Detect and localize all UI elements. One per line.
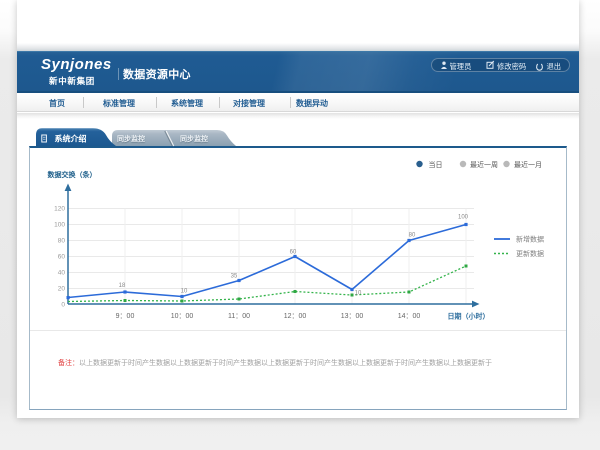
svg-text:120: 120 (54, 206, 65, 213)
svg-text:40: 40 (58, 270, 66, 277)
svg-text:最近一周: 最近一周 (470, 160, 498, 169)
svg-text:最近一月: 最近一月 (514, 160, 542, 169)
svg-text:退出: 退出 (547, 62, 562, 71)
svg-text:数据交换（条）: 数据交换（条） (48, 170, 97, 179)
svg-text:10: 10 (355, 291, 362, 297)
svg-text:14：00: 14：00 (398, 313, 421, 320)
svg-text:60: 60 (58, 254, 66, 261)
svg-text:35: 35 (231, 274, 238, 280)
svg-text:日期（小时）: 日期（小时） (448, 312, 490, 321)
svg-text:更新数据: 更新数据 (516, 249, 544, 258)
svg-text:修改密码: 修改密码 (497, 62, 526, 71)
svg-text:管理员: 管理员 (450, 62, 472, 71)
svg-text:系统介绍: 系统介绍 (55, 134, 87, 144)
svg-text:同步监控: 同步监控 (180, 134, 208, 143)
svg-text:12：00: 12：00 (284, 313, 307, 320)
svg-text:10：00: 10：00 (171, 313, 194, 320)
svg-text:100: 100 (54, 222, 65, 229)
svg-text:60: 60 (290, 250, 297, 256)
svg-text:11：00: 11：00 (228, 313, 250, 320)
svg-text:10: 10 (181, 289, 188, 295)
svg-text:9：00: 9：00 (116, 313, 135, 320)
svg-text:80: 80 (409, 233, 416, 239)
svg-text:13：00: 13：00 (341, 313, 364, 320)
svg-text:80: 80 (58, 238, 66, 245)
svg-text:100: 100 (458, 215, 469, 221)
svg-text:18: 18 (119, 283, 126, 289)
svg-text:20: 20 (58, 286, 66, 293)
svg-text:0: 0 (61, 302, 65, 309)
svg-text:新增数据: 新增数据 (516, 235, 544, 244)
svg-text:同步监控: 同步监控 (117, 134, 145, 143)
svg-text:当日: 当日 (429, 160, 443, 169)
